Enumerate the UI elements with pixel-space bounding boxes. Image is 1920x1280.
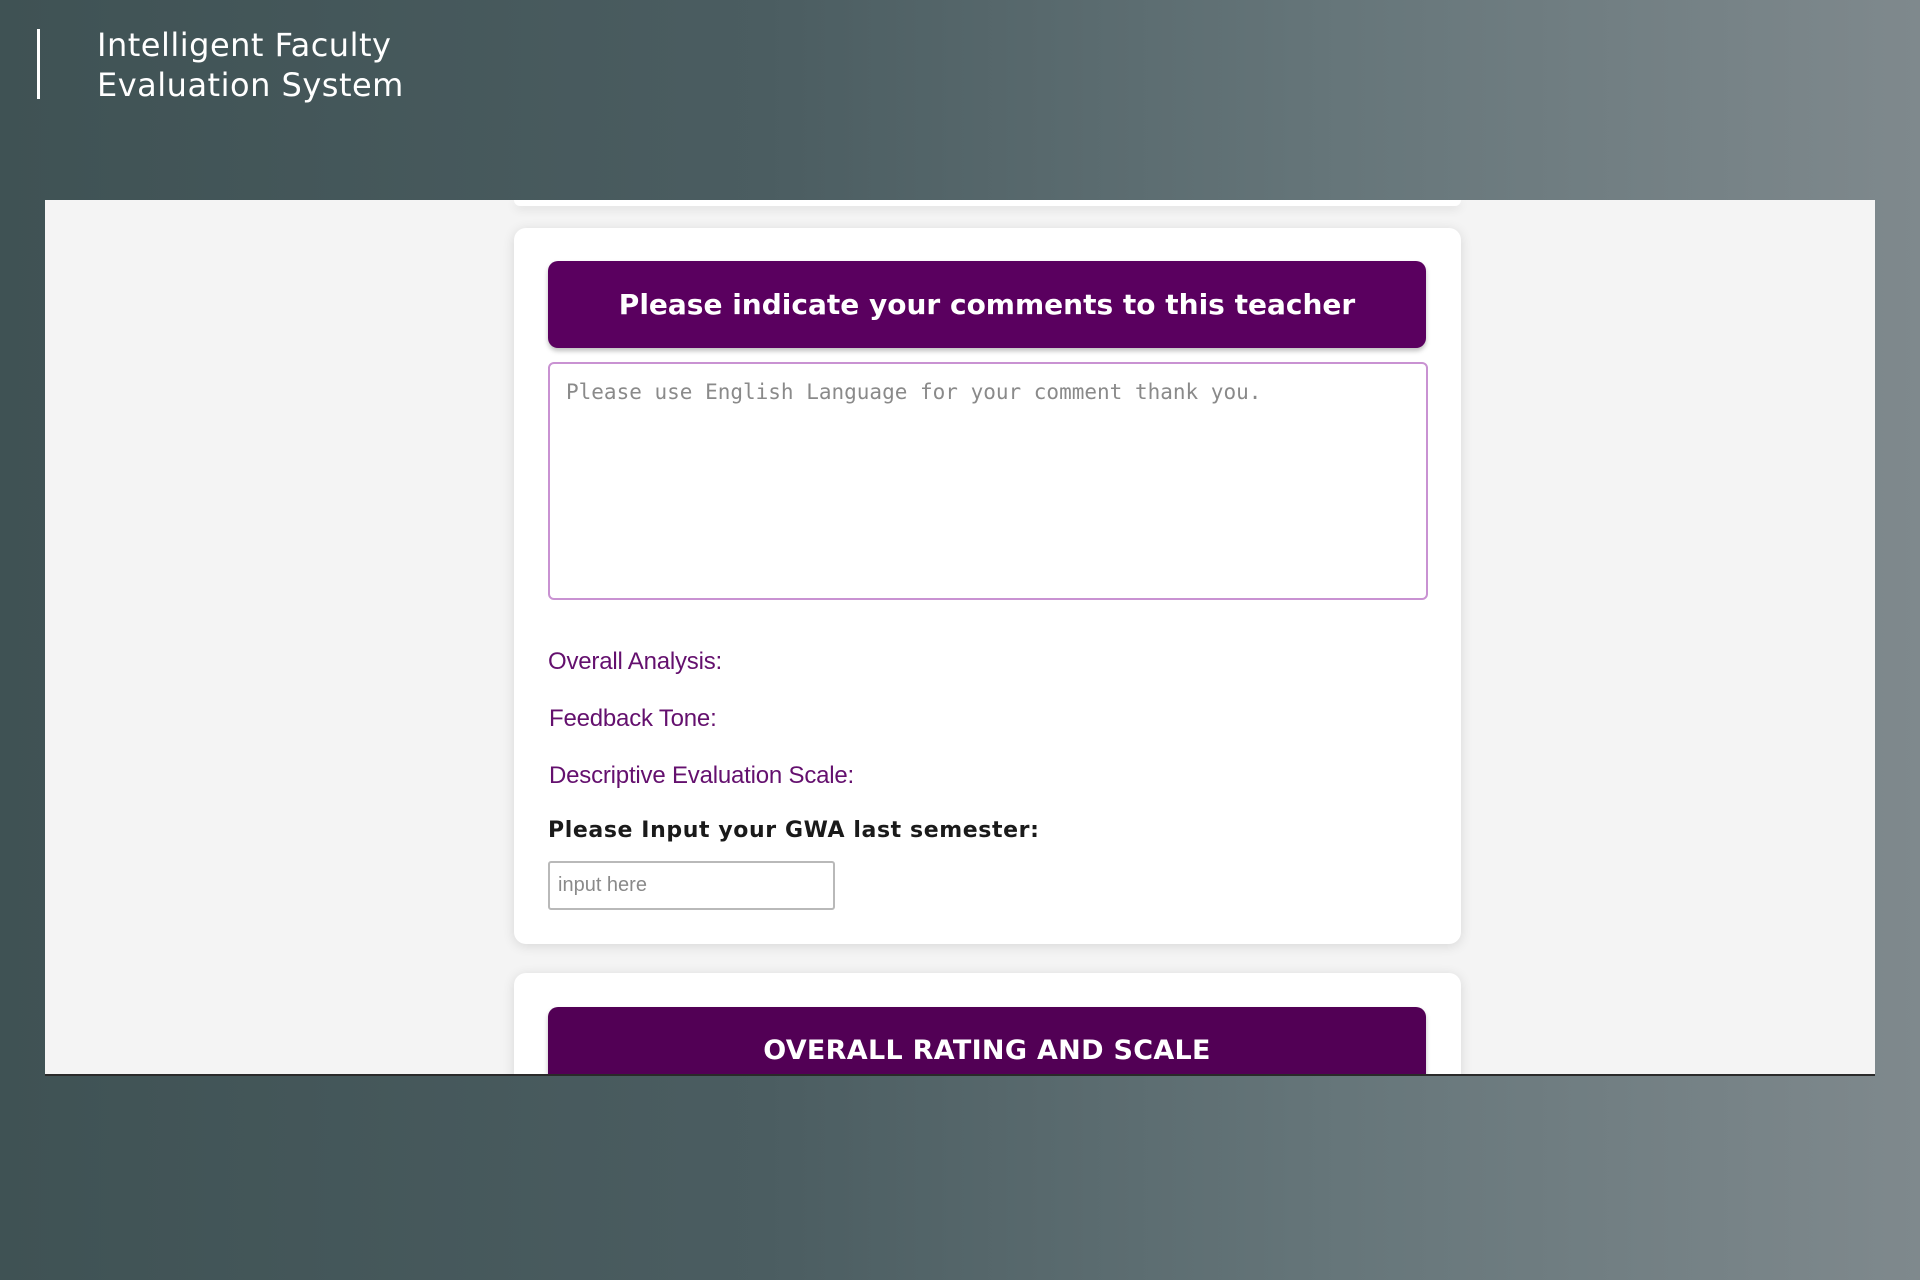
- feedback-tone-label: Feedback Tone:: [549, 705, 717, 732]
- brand-divider: [37, 29, 40, 99]
- comment-textarea[interactable]: [548, 362, 1428, 600]
- comments-section-header: Please indicate your comments to this te…: [548, 261, 1426, 348]
- gwa-label: Please Input your GWA last semester:: [548, 818, 1040, 843]
- app-title-line-1: Intelligent Faculty: [97, 26, 392, 64]
- overall-rating-section-header: OVERALL RATING AND SCALE: [548, 1007, 1426, 1074]
- overall-rating-card: OVERALL RATING AND SCALE: [514, 973, 1461, 1074]
- previous-card-edge: [514, 200, 1461, 206]
- comments-card: Please indicate your comments to this te…: [514, 228, 1461, 944]
- app-title: Intelligent Faculty Evaluation System: [97, 25, 404, 105]
- overall-analysis-label: Overall Analysis:: [548, 648, 722, 675]
- embedded-screenshot-viewport: Please indicate your comments to this te…: [45, 200, 1875, 1076]
- descriptive-evaluation-scale-label: Descriptive Evaluation Scale:: [549, 762, 855, 789]
- app-title-line-2: Evaluation System: [97, 66, 404, 104]
- gwa-input[interactable]: [548, 861, 835, 910]
- brand-header: Intelligent Faculty Evaluation System: [37, 26, 404, 104]
